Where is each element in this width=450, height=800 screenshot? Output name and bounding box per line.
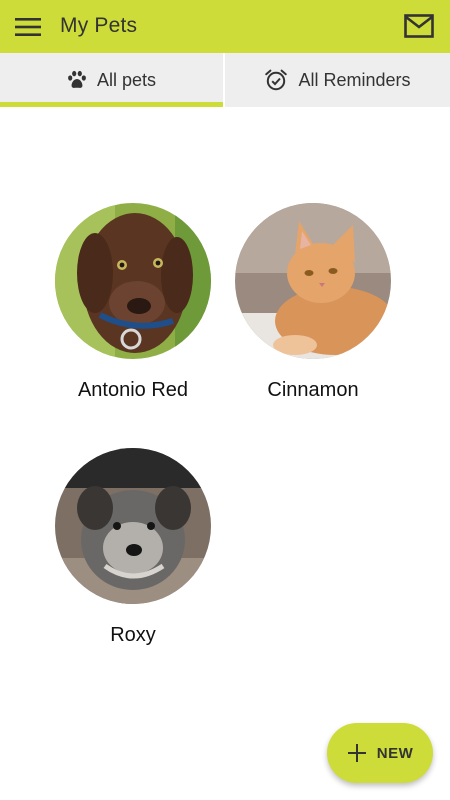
alarm-check-icon [264,68,288,92]
new-pet-button[interactable]: NEW [327,723,433,783]
pet-card-antonio-red[interactable]: Antonio Red [48,203,218,402]
mail-icon [404,14,434,38]
pet-card-roxy[interactable]: Roxy [48,448,218,647]
pet-avatar [55,448,211,604]
plus-icon [347,744,366,762]
tab-all-pets-label: All pets [96,69,157,90]
pet-card-cinnamon[interactable]: Cinnamon [228,203,398,402]
pet-avatar [55,203,211,359]
tab-all-reminders-label: All Reminders [298,69,411,90]
hamburger-menu-icon [15,18,41,36]
mail-button[interactable] [402,10,436,42]
paw-icon [67,70,87,90]
tab-all-pets[interactable]: All pets [0,53,223,107]
new-button-label: NEW [376,744,414,762]
pet-name: Cinnamon [267,379,359,401]
tab-bar: All pets All Reminders [0,53,450,107]
menu-button[interactable] [10,10,46,44]
pet-avatar [235,203,391,359]
tab-selected-indicator [0,102,223,107]
pet-name: Roxy [110,624,156,646]
page-title: My Pets [60,14,138,37]
app-bar: My Pets [0,0,450,53]
tab-all-reminders[interactable]: All Reminders [225,53,450,107]
pet-name: Antonio Red [77,379,189,401]
